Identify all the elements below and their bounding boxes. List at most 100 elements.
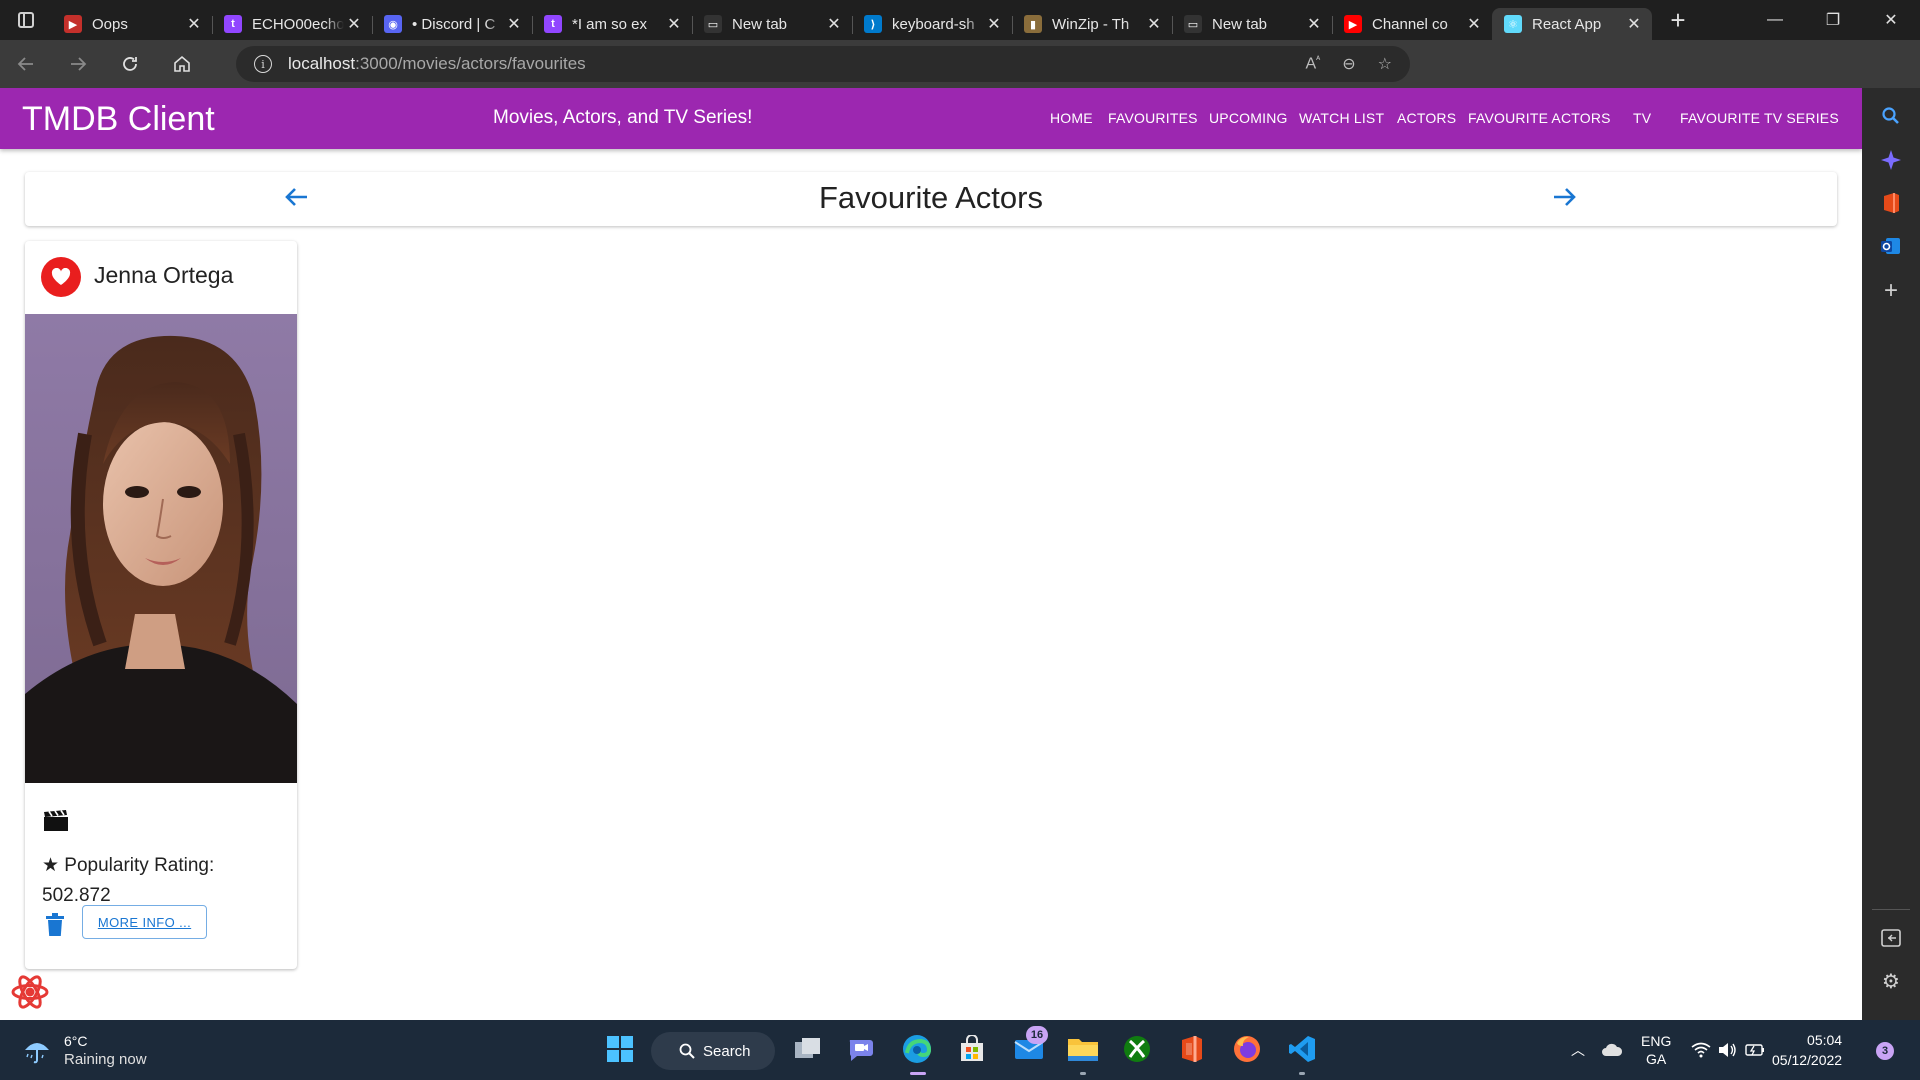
app-tagline: Movies, Actors, and TV Series! [493,107,753,128]
menu-upcoming[interactable]: UPCOMING [1209,110,1288,126]
teams-chat-icon[interactable] [843,1030,881,1068]
zoom-out-icon[interactable]: ⊖ [1342,54,1355,74]
browser-tab[interactable]: ▭ New tab ✕ [1172,8,1332,40]
tab-title: Oops [92,15,128,33]
sidebar-office-icon[interactable] [1880,192,1902,214]
show-hidden-icons-chevron-icon[interactable]: ︿ [1571,1040,1585,1060]
tab-title: WinZip - Th [1052,15,1130,33]
menu-actors[interactable]: ACTORS [1397,110,1456,126]
search-icon [679,1043,695,1059]
read-aloud-icon[interactable]: Aᴬ [1306,54,1321,73]
volume-icon[interactable] [1717,1042,1737,1058]
microsoft-store-icon[interactable] [953,1030,991,1068]
browser-tab[interactable]: t ECHO00echo ✕ [212,8,372,40]
vscode-running-indicator [1299,1072,1305,1075]
react-devtools-icon[interactable] [10,972,50,1012]
tab-title: Channel co [1372,15,1448,33]
sidebar-settings-icon[interactable]: ⚙ [1880,970,1902,993]
tab-actions-icon [18,12,34,28]
notification-badge[interactable]: 3 [1876,1042,1894,1060]
tab-favicon-icon: ◉ [384,15,402,33]
menu-home[interactable]: HOME [1050,110,1093,126]
tab-favicon-icon: ▶ [1344,15,1362,33]
tab-close-icon[interactable]: ✕ [1304,14,1324,34]
tab-close-icon[interactable]: ✕ [1624,14,1644,34]
close-window-button[interactable]: ✕ [1862,0,1920,40]
movie-clapper-icon[interactable] [42,809,70,833]
browser-tab[interactable]: ▭ New tab ✕ [692,8,852,40]
xbox-icon[interactable] [1118,1030,1156,1068]
search-label: Search [703,1042,751,1060]
back-button[interactable] [0,40,52,88]
browser-tab[interactable]: ⟩ keyboard-sh ✕ [852,8,1012,40]
more-info-button[interactable]: MORE INFO ... [82,905,207,939]
sidebar-add-icon[interactable]: + [1880,277,1902,304]
tab-title: React App [1532,15,1602,33]
system-clock[interactable]: 05:04 05/12/2022 [1772,1030,1842,1070]
browser-tab[interactable]: ⚛ React App ✕ [1492,8,1652,40]
sidebar-outlook-icon[interactable] [1880,235,1902,257]
tab-close-icon[interactable]: ✕ [344,14,364,34]
tab-title: New tab [732,15,788,33]
clock-time: 05:04 [1807,1032,1843,1048]
menu-favourites[interactable]: FAVOURITES [1108,110,1198,126]
delete-trash-icon[interactable] [45,913,65,937]
actor-photo[interactable] [25,314,297,783]
weather-temperature: 6°C [64,1033,88,1049]
page-header: Favourite Actors [25,172,1837,226]
restore-button[interactable]: ❐ [1804,0,1862,40]
browser-tab[interactable]: ▮ WinZip - Th ✕ [1012,8,1172,40]
tab-close-icon[interactable]: ✕ [824,14,844,34]
battery-icon[interactable] [1743,1043,1765,1057]
edge-browser-icon[interactable] [898,1030,936,1068]
tab-close-icon[interactable]: ✕ [1144,14,1164,34]
refresh-icon [123,57,137,71]
menu-favourite-tv-series[interactable]: FAVOURITE TV SERIES [1680,110,1839,126]
sidebar-divider [1872,909,1910,910]
vscode-icon[interactable] [1283,1030,1321,1068]
sidebar-hide-icon[interactable] [1880,927,1902,949]
forward-button[interactable] [52,40,104,88]
tab-close-icon[interactable]: ✕ [664,14,684,34]
back-arrow-icon [17,57,33,71]
file-explorer-icon[interactable] [1064,1030,1102,1068]
start-button[interactable] [601,1030,639,1068]
onedrive-cloud-icon[interactable] [1601,1041,1623,1059]
minimize-button[interactable]: — [1746,0,1804,40]
home-button[interactable] [156,40,208,88]
browser-tab[interactable]: ▶ Channel co ✕ [1332,8,1492,40]
sidebar-copilot-icon[interactable] [1880,149,1902,171]
url-text[interactable]: localhost:3000/movies/actors/favourites [288,54,586,74]
site-info-icon[interactable]: i [254,55,272,73]
new-tab-button[interactable]: + [1658,0,1698,40]
explorer-running-indicator [1080,1072,1086,1075]
menu-tv[interactable]: TV [1633,110,1651,126]
taskbar-search[interactable]: Search [651,1032,775,1070]
menu-favourite-actors[interactable]: FAVOURITE ACTORS [1468,110,1611,126]
wifi-icon[interactable] [1691,1042,1711,1058]
tab-close-icon[interactable]: ✕ [184,14,204,34]
menu-watch-list[interactable]: WATCH LIST [1299,110,1384,126]
refresh-button[interactable] [104,40,156,88]
weather-widget[interactable]: 6°C Raining now [22,1032,147,1070]
tab-favicon-icon: ⟩ [864,15,882,33]
tab-favicon-icon: ▮ [1024,15,1042,33]
sidebar-search-icon[interactable] [1880,105,1902,127]
task-view-icon[interactable] [789,1030,827,1068]
tab-close-icon[interactable]: ✕ [504,14,524,34]
add-favorite-icon[interactable]: ☆ [1378,54,1392,74]
office-icon[interactable] [1173,1030,1211,1068]
forward-arrow-icon[interactable] [1550,182,1580,212]
browser-tab[interactable]: ◉ • Discord | C ✕ [372,8,532,40]
tab-favicon-icon: t [224,15,242,33]
firefox-icon[interactable] [1228,1030,1266,1068]
input-language[interactable]: ENG GA [1641,1032,1671,1068]
browser-tab[interactable]: ▶ Oops ✕ [52,8,212,40]
tab-actions-button[interactable] [0,0,52,40]
tab-close-icon[interactable]: ✕ [1464,14,1484,34]
tab-close-icon[interactable]: ✕ [984,14,1004,34]
browser-tab[interactable]: t *I am so ex ✕ [532,8,692,40]
address-bar[interactable]: i localhost:3000/movies/actors/favourite… [236,46,1410,82]
brand-title: TMDB Client [22,100,215,138]
browser-tab-strip: ▶ Oops ✕ t ECHO00echo ✕ ◉ • Discord | C ✕ t *I am … [0,0,1920,40]
